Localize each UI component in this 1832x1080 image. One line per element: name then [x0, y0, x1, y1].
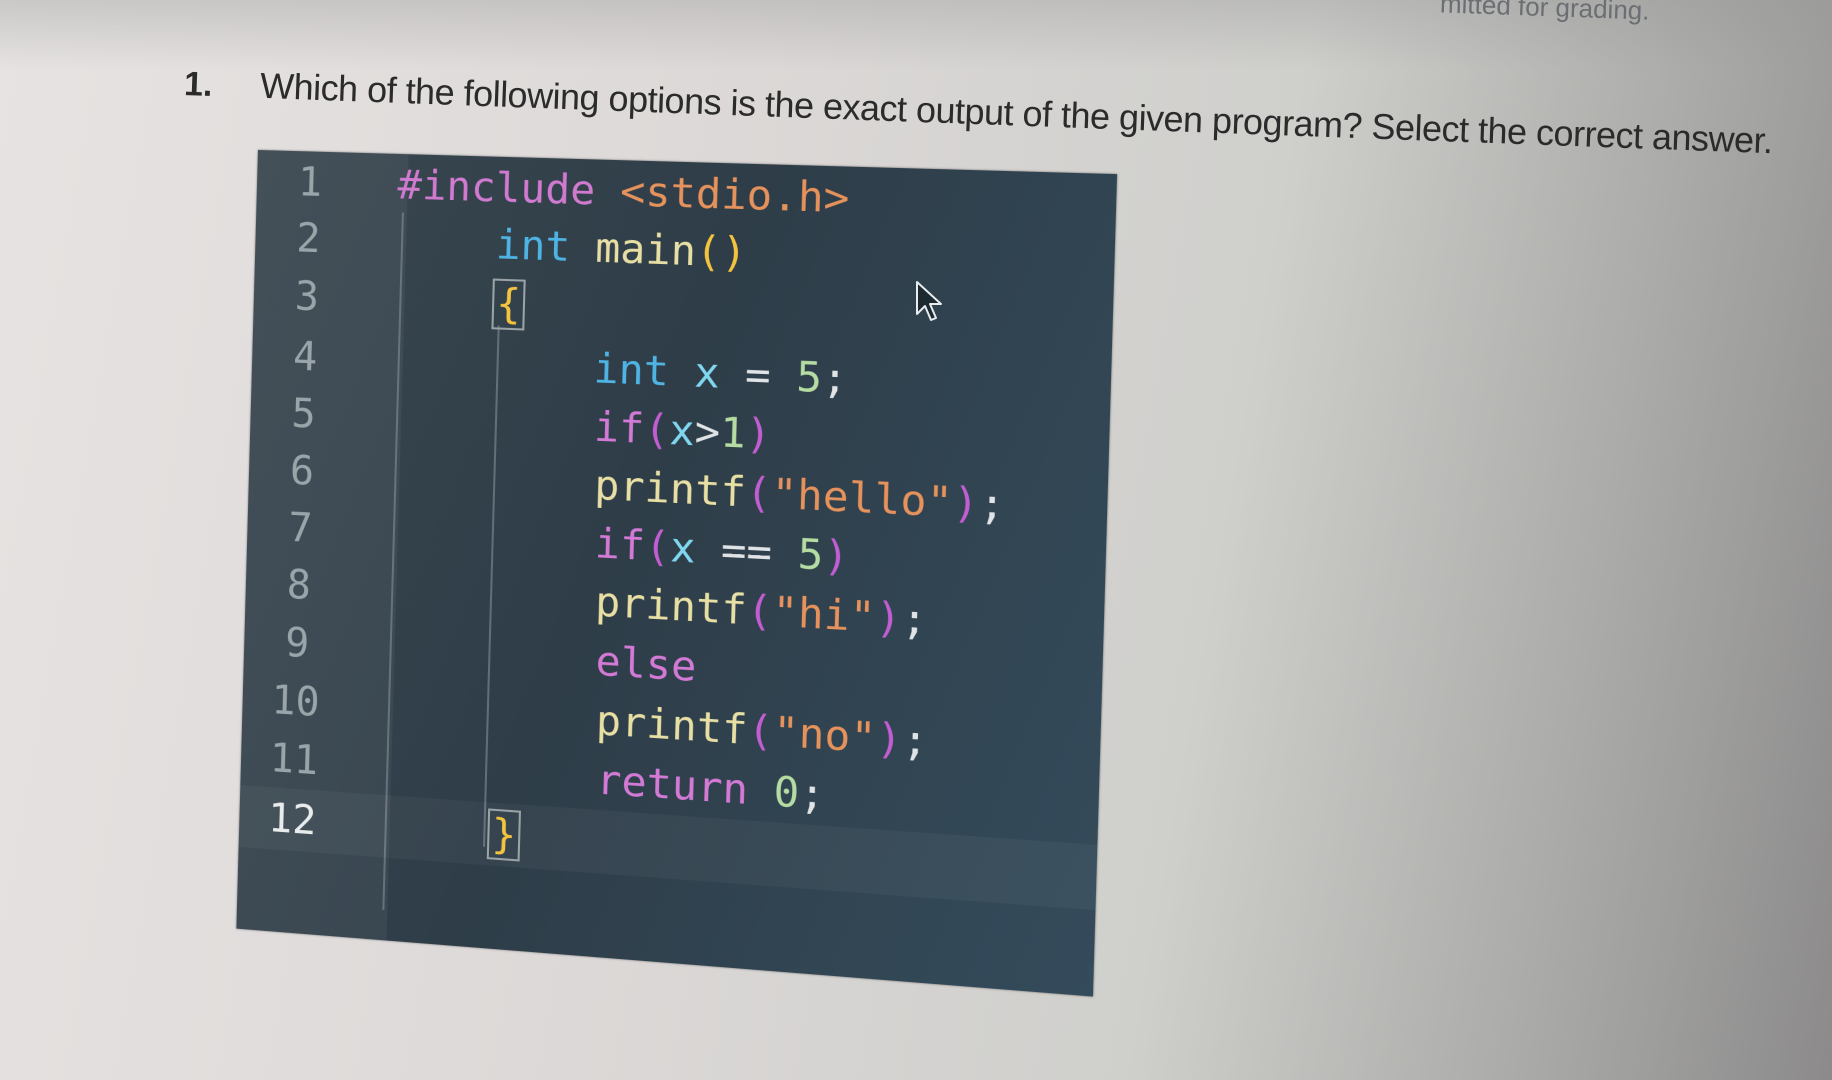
token-brace-close: }: [486, 808, 522, 862]
token-variable: x: [668, 407, 696, 456]
line-number: 10: [270, 677, 321, 727]
token-semicolon: ;: [798, 770, 826, 820]
token-number: 5: [796, 530, 824, 580]
token-type: int: [592, 345, 670, 396]
code-text: if(x>1): [593, 404, 771, 459]
token-number: 0: [772, 768, 800, 818]
token-paren: (: [643, 406, 671, 455]
token-string: "hi": [771, 588, 877, 642]
token-number: 5: [795, 353, 823, 403]
token-semicolon: ;: [901, 716, 929, 767]
token-type: int: [495, 221, 571, 272]
token-semicolon: ;: [900, 595, 929, 645]
token-semicolon: ;: [978, 480, 1006, 530]
token-function: printf: [595, 697, 749, 755]
token-keyword: if: [594, 520, 646, 571]
line-number: 6: [289, 447, 315, 495]
mouse-cursor-icon: [915, 280, 945, 327]
token-semicolon: ;: [821, 354, 849, 404]
token-string: "no": [772, 708, 877, 763]
token-keyword: if: [593, 403, 645, 454]
token-header: <stdio.h>: [619, 168, 851, 223]
line-number: 2: [295, 215, 322, 263]
line-number: 9: [284, 619, 310, 668]
question-number: 1.: [183, 64, 214, 105]
token-string: "hello": [770, 470, 954, 528]
code-text: {: [491, 278, 526, 331]
token-paren: (: [746, 706, 774, 757]
token-paren: (: [746, 587, 774, 636]
line-number: 1: [297, 159, 323, 207]
token-variable: x: [669, 524, 697, 573]
line-number: 4: [292, 333, 318, 381]
token-function: main: [594, 224, 697, 276]
code-text: }: [486, 808, 522, 862]
token-preprocessor: #include: [396, 162, 596, 215]
question-text: Which of the following options is the ex…: [259, 64, 1774, 162]
token-operator: >: [694, 408, 721, 457]
token-paren: (: [745, 469, 773, 519]
line-number: 3: [294, 273, 320, 321]
line-number: 8: [286, 561, 312, 610]
token-paren: (: [644, 523, 671, 572]
token-number: 1: [719, 409, 747, 458]
token-function: printf: [594, 578, 748, 635]
token-paren: ): [874, 594, 903, 644]
token-keyword: else: [594, 638, 698, 692]
token-paren: ): [822, 532, 850, 582]
token-keyword: return: [595, 756, 749, 815]
code-text: int main(): [495, 222, 747, 278]
code-text: int x = 5;: [593, 346, 849, 404]
code-text: else: [595, 638, 697, 691]
token-paren: ): [720, 229, 748, 278]
token-variable: x: [693, 349, 721, 398]
line-number: 5: [290, 390, 317, 438]
question-header: 1. Which of the following options is the …: [183, 62, 1773, 161]
line-number: 11: [269, 735, 319, 785]
token-paren: (: [695, 228, 723, 277]
token-brace-open: {: [491, 278, 526, 331]
code-text: return 0;: [596, 757, 826, 820]
token-paren: ): [951, 479, 980, 529]
line-number-active: 12: [267, 795, 317, 845]
token-paren: ): [744, 410, 772, 460]
line-number: 7: [287, 504, 314, 553]
token-paren: ): [875, 714, 903, 765]
token-operator: =: [718, 350, 797, 402]
code-snippet: 1 #include <stdio.h> 2 int main() 3 { 4 …: [236, 150, 1118, 997]
token-function: printf: [593, 462, 747, 517]
token-operator: ==: [694, 525, 799, 579]
